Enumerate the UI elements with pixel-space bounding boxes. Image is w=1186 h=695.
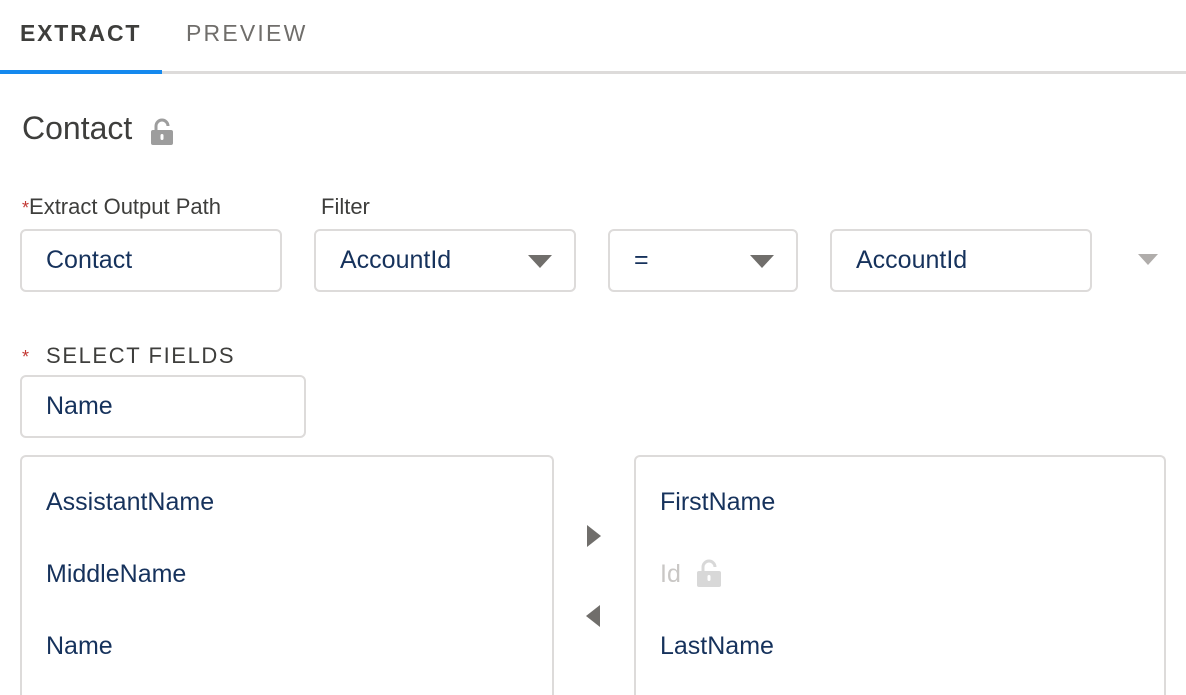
list-item-locked: Id <box>660 560 681 589</box>
output-path-input[interactable]: Contact <box>20 229 282 292</box>
chevron-down-icon <box>528 255 552 268</box>
tab-extract[interactable]: EXTRACT <box>20 20 141 47</box>
tab-preview[interactable]: PREVIEW <box>186 20 307 47</box>
tab-bar: EXTRACT PREVIEW <box>0 0 1186 74</box>
list-item[interactable]: Name <box>46 632 113 661</box>
field-search-input[interactable]: Name <box>20 375 306 438</box>
selected-fields-list: FirstName Id LastName <box>634 455 1166 695</box>
list-item[interactable]: AssistantName <box>46 488 214 517</box>
arrow-right-icon[interactable] <box>587 525 601 547</box>
lock-icon <box>150 118 174 146</box>
filter-value-input[interactable]: AccountId <box>830 229 1092 292</box>
chevron-down-icon[interactable] <box>1138 254 1158 265</box>
chevron-down-icon <box>750 255 774 268</box>
list-item-label: Id <box>660 560 681 588</box>
available-fields-list: AssistantName MiddleName Name <box>20 455 554 695</box>
lock-icon <box>696 558 722 593</box>
filter-operator-select[interactable]: = <box>608 229 798 292</box>
required-marker: * <box>22 347 31 367</box>
select-fields-heading: * SELECT FIELDS <box>22 343 236 368</box>
filter-operator-value: = <box>634 246 649 274</box>
filter-label: Filter <box>321 194 370 219</box>
required-marker: * <box>22 198 30 218</box>
list-item[interactable]: MiddleName <box>46 560 186 589</box>
filter-field-value: AccountId <box>340 246 452 274</box>
active-tab-indicator <box>0 70 162 74</box>
arrow-left-icon[interactable] <box>586 605 600 627</box>
output-path-label: *Extract Output Path <box>22 194 221 219</box>
filter-field-select[interactable]: AccountId <box>314 229 576 292</box>
list-item[interactable]: LastName <box>660 632 774 661</box>
list-item[interactable]: FirstName <box>660 488 775 517</box>
page-title: Contact <box>22 110 133 146</box>
